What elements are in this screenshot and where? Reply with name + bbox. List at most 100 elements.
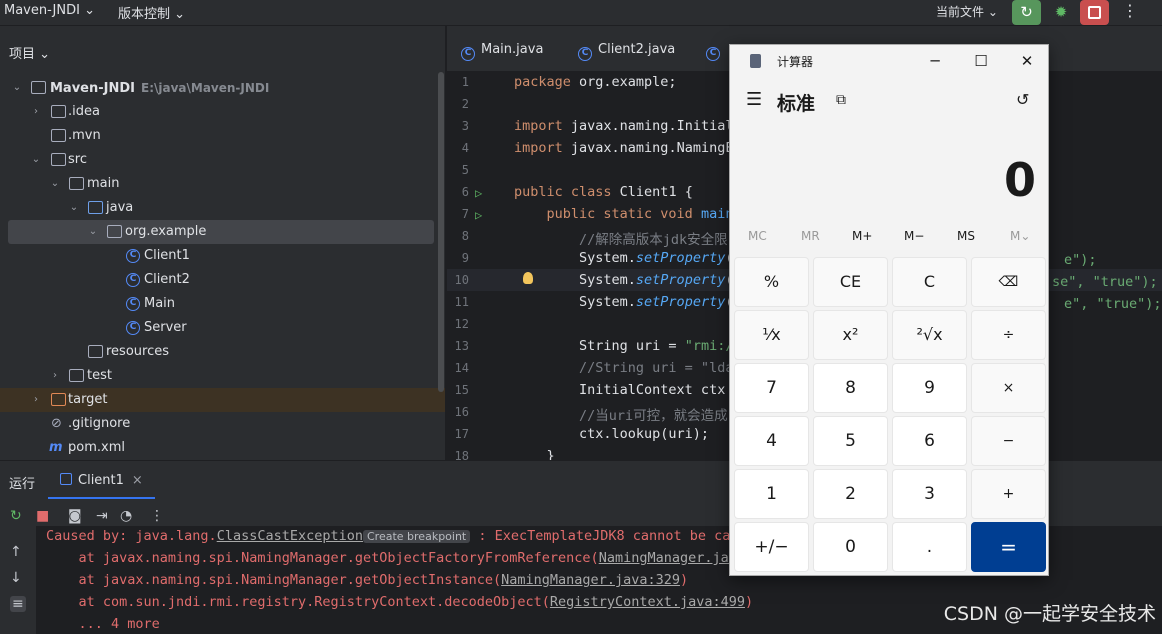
debug-button[interactable]: ✹ [1049, 0, 1073, 25]
tree-item-src[interactable]: ⌄ src [0, 148, 445, 172]
subtract-key[interactable]: − [971, 416, 1046, 466]
add-key[interactable]: + [971, 469, 1046, 519]
multiply-key[interactable]: × [971, 363, 1046, 413]
digit-1-key[interactable]: 1 [734, 469, 809, 519]
code-line: import javax.naming.NamingE [514, 140, 733, 156]
tree-item-label: .idea [68, 104, 100, 119]
tab-client1-java[interactable]: C [706, 42, 726, 61]
code-line: System.setProperty( [514, 250, 733, 266]
arrow-up-icon[interactable]: ↑ [10, 544, 22, 560]
code-line: public class Client1 { [514, 184, 693, 200]
rerun-button[interactable]: ↻ [1012, 0, 1041, 25]
history-icon[interactable]: ↺ [1016, 90, 1029, 109]
square-key[interactable]: x² [813, 310, 888, 360]
minimize-button[interactable]: ─ [920, 49, 950, 73]
tab-main-java[interactable]: C Main.java [461, 42, 543, 61]
source-link[interactable]: NamingManager.java:329 [501, 572, 680, 588]
backspace-key[interactable]: ⌫ [971, 257, 1046, 307]
digit-4-key[interactable]: 4 [734, 416, 809, 466]
tree-item-client2[interactable]: C Client2 [0, 268, 445, 292]
chevron-down-icon[interactable]: ⌄ [87, 220, 99, 244]
close-button[interactable]: ✕ [1012, 49, 1042, 73]
stop-icon[interactable]: ■ [36, 508, 49, 524]
project-panel-title[interactable]: 项目 ⌄ [9, 43, 50, 62]
source-link[interactable]: NamingManager.java [599, 550, 745, 566]
run-gutter-icon[interactable]: ▷ [475, 208, 482, 222]
memory-add-button[interactable]: M+ [852, 229, 872, 243]
exit-icon[interactable]: ⇥ [96, 508, 108, 524]
reciprocal-key[interactable]: ¹⁄x [734, 310, 809, 360]
percent-key[interactable]: % [734, 257, 809, 307]
soft-wrap-icon[interactable]: ≡ [10, 596, 26, 612]
calculator-app-icon [750, 54, 761, 68]
clear-key[interactable]: C [892, 257, 967, 307]
close-icon[interactable]: × [132, 473, 143, 488]
more-button[interactable]: ⋮ [1122, 1, 1138, 25]
digit-5-key[interactable]: 5 [813, 416, 888, 466]
run-tab-client1[interactable]: Client1 × [48, 461, 155, 499]
more-vertical-icon[interactable]: ⋮ [150, 508, 164, 524]
chevron-right-icon[interactable]: › [30, 388, 42, 412]
memory-list-button[interactable]: M⌄ [1010, 229, 1030, 243]
create-breakpoint-button[interactable]: Create breakpoint [363, 530, 471, 543]
tree-item-idea[interactable]: › .idea [0, 100, 445, 124]
tree-item-main-class[interactable]: C Main [0, 292, 445, 316]
run-gutter-icon[interactable]: ▷ [475, 186, 482, 200]
tree-item-server[interactable]: C Server [0, 316, 445, 340]
stop-button[interactable] [1080, 0, 1109, 25]
tree-item-resources[interactable]: resources [0, 340, 445, 364]
divide-key[interactable]: ÷ [971, 310, 1046, 360]
exception-link[interactable]: ClassCastException [217, 528, 363, 544]
square-root-key[interactable]: ²√x [892, 310, 967, 360]
digit-7-key[interactable]: 7 [734, 363, 809, 413]
chevron-right-icon[interactable]: › [49, 364, 61, 388]
decimal-key[interactable]: . [892, 522, 967, 572]
code-line: import javax.naming.Initial [514, 118, 733, 134]
console-line[interactable]: ... 4 more [46, 616, 160, 632]
source-link[interactable]: RegistryContext.java:499 [550, 594, 745, 610]
lightbulb-icon[interactable] [523, 272, 533, 284]
memory-clear-button[interactable]: MC [748, 229, 767, 243]
tree-item-mvn[interactable]: .mvn [0, 124, 445, 148]
chevron-down-icon[interactable]: ⌄ [11, 76, 23, 100]
tree-item-target[interactable]: › target [0, 388, 445, 412]
rerun-icon[interactable]: ↻ [10, 508, 22, 524]
camera-icon[interactable]: ◙ [68, 508, 82, 524]
chevron-down-icon[interactable]: ⌄ [30, 148, 42, 172]
chevron-right-icon[interactable]: › [30, 100, 42, 124]
tree-item-pom[interactable]: m pom.xml [0, 436, 445, 460]
vcs-menu[interactable]: 版本控制 ⌄ [118, 3, 185, 22]
tree-item-client1[interactable]: C Client1 [0, 244, 445, 268]
project-switcher[interactable]: Maven-JNDI ⌄ [4, 3, 95, 18]
equals-key[interactable]: = [971, 522, 1046, 572]
calculator-titlebar[interactable]: 计算器 ─ ☐ ✕ [730, 45, 1048, 77]
digit-3-key[interactable]: 3 [892, 469, 967, 519]
memory-recall-button[interactable]: MR [801, 229, 820, 243]
memory-subtract-button[interactable]: M− [904, 229, 924, 243]
digit-6-key[interactable]: 6 [892, 416, 967, 466]
project-scrollbar[interactable] [438, 72, 444, 392]
digit-8-key[interactable]: 8 [813, 363, 888, 413]
tree-item-test[interactable]: › test [0, 364, 445, 388]
run-config-selector[interactable]: 当前文件 ⌄ [936, 3, 998, 20]
tree-item-maven-jndi[interactable]: ⌄ Maven-JNDI E:\java\Maven-JNDI [0, 76, 445, 100]
maximize-button[interactable]: ☐ [966, 49, 996, 73]
clear-entry-key[interactable]: CE [813, 257, 888, 307]
digit-9-key[interactable]: 9 [892, 363, 967, 413]
tree-item-java[interactable]: ⌄ java [0, 196, 445, 220]
tree-item-main[interactable]: ⌄ main [0, 172, 445, 196]
chevron-down-icon[interactable]: ⌄ [49, 172, 61, 196]
code-token: InitialContext ctx [514, 382, 734, 398]
tab-client2-java[interactable]: C Client2.java [578, 42, 675, 61]
negate-key[interactable]: +/− [734, 522, 809, 572]
chevron-down-icon[interactable]: ⌄ [68, 196, 80, 220]
tree-item-org-example[interactable]: ⌄ org.example [8, 220, 434, 244]
keep-on-top-icon[interactable]: ⧉ [836, 92, 846, 108]
dashboard-icon[interactable]: ◔ [120, 508, 132, 524]
hamburger-menu-icon[interactable]: ☰ [746, 89, 762, 110]
arrow-down-icon[interactable]: ↓ [10, 570, 22, 586]
memory-store-button[interactable]: MS [957, 229, 975, 243]
digit-0-key[interactable]: 0 [813, 522, 888, 572]
digit-2-key[interactable]: 2 [813, 469, 888, 519]
tree-item-gitignore[interactable]: ⊘ .gitignore [0, 412, 445, 436]
